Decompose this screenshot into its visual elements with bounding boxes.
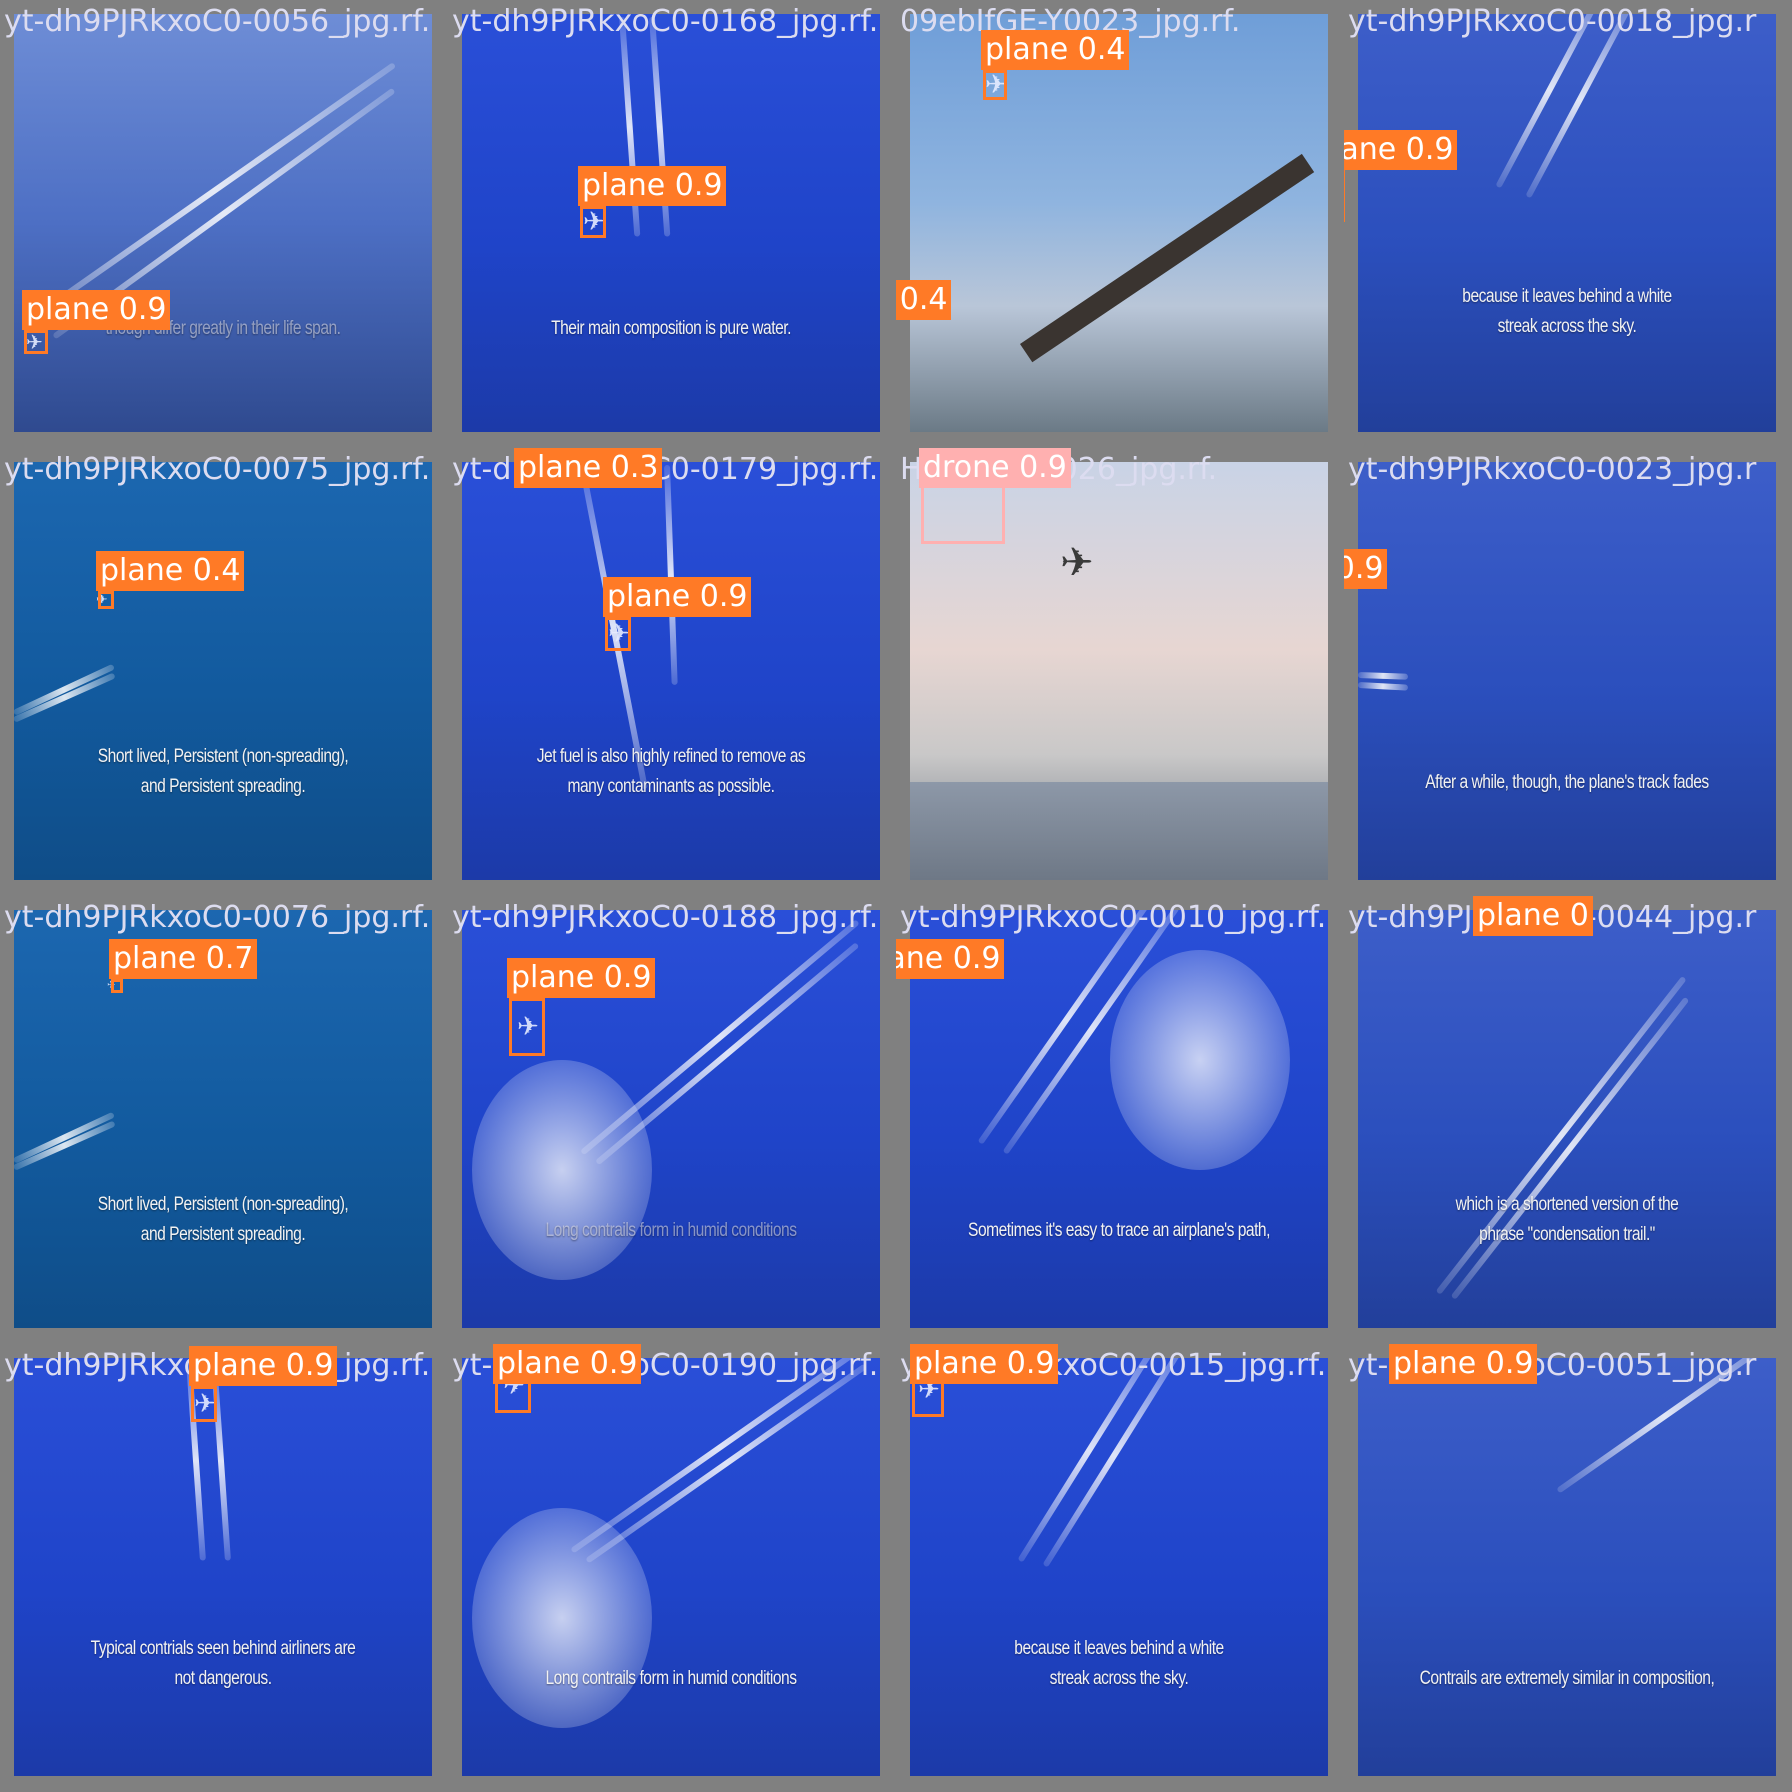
cloud: [472, 1508, 652, 1728]
grid-tile: Contrails are extremely similar in compo…: [1344, 1344, 1792, 1792]
detection-label: plane 0.9: [507, 958, 656, 998]
grid-tile: Short lived, Persistent (non-spreading),…: [0, 448, 448, 896]
detection-label: plane 0.9: [578, 166, 727, 206]
contrail: [1450, 996, 1690, 1300]
grid-tile: which is a shortened version of the phra…: [1344, 896, 1792, 1344]
video-caption: Short lived, Persistent (non-spreading),…: [97, 1194, 349, 1245]
detection-label: plane 0.9: [22, 290, 171, 330]
tile-filename: yt-dh9PJRkxoC0-0023_jpg.r: [1348, 452, 1757, 487]
grid-tile: because it leaves behind a white streak …: [896, 1344, 1344, 1792]
detection-box: [983, 70, 1007, 100]
grid-tile: Jet fuel is also highly refined to remov…: [448, 448, 896, 896]
video-caption: Their main composition is pure water.: [551, 318, 791, 339]
detection-label: plane 0.9: [1389, 1344, 1538, 1384]
tile-filename: yt-dh9PJRkxoC0-0076_jpg.rf.: [4, 900, 431, 935]
grid-tile: because it leaves behind a white streak …: [1344, 0, 1792, 448]
grid-tile: Their main composition is pure water. yt-…: [448, 0, 896, 448]
detection-label: plane 0: [1473, 896, 1593, 936]
cloud: [1110, 950, 1290, 1170]
tile-filename: yt-dh9PJRkxoC0-0075_jpg.rf.: [4, 452, 431, 487]
detection-label: plane 0.9: [603, 577, 752, 617]
river: [910, 782, 1328, 880]
detection-box: [509, 998, 545, 1056]
detection-label: plane 0.9: [1344, 130, 1458, 170]
contrail: [32, 62, 397, 320]
video-caption: Short lived, Persistent (non-spreading),…: [97, 746, 349, 797]
tile-photo: [910, 14, 1328, 432]
cloud: [472, 1060, 652, 1280]
detection-box: [1344, 170, 1345, 222]
detection-label: plane 0.9: [189, 1346, 338, 1386]
tile-photo: because it leaves behind a white streak …: [910, 1358, 1328, 1776]
video-caption: Jet fuel is also highly refined to remov…: [536, 746, 806, 797]
tile-photo: Short lived, Persistent (non-spreading),…: [14, 462, 432, 880]
detection-label: plane 0.4: [981, 30, 1130, 70]
contrail: [1042, 1358, 1186, 1568]
detection-box: [191, 1386, 217, 1422]
grid-tile: though differ greatly in their life span…: [0, 0, 448, 448]
grid-tile: After a while, though, the plane's track…: [1344, 448, 1792, 896]
contrail: [14, 1120, 116, 1171]
video-caption: Sometimes it's easy to trace an airplane…: [968, 1220, 1270, 1241]
detection-box: [111, 979, 123, 993]
contrail: [14, 1111, 115, 1164]
contrail: [585, 1363, 868, 1564]
detection-label: drone 0.9: [919, 448, 1071, 488]
contrail: [14, 672, 116, 723]
detection-box: [24, 330, 48, 354]
detection-label: plane 0.4: [96, 551, 245, 591]
tile-photo: which is a shortened version of the phra…: [1358, 910, 1776, 1328]
tile-photo: because it leaves behind a white streak …: [1358, 14, 1776, 432]
grid-tile: Short lived, Persistent (non-spreading),…: [0, 896, 448, 1344]
tile-photo: Their main composition is pure water.: [462, 14, 880, 432]
detection-box: [98, 591, 114, 609]
tile-filename: yt-dh9PJRkxoC0-0056_jpg.rf.: [4, 4, 431, 39]
detection-box: [580, 206, 606, 238]
detection-label: plane 0.4: [896, 280, 952, 320]
grid-tile: Sometimes it's easy to trace an airplane…: [896, 896, 1344, 1344]
contrail: [570, 1358, 869, 1554]
video-caption: which is a shortened version of the phra…: [1455, 1194, 1679, 1245]
tile-photo: After a while, though, the plane's track…: [1358, 462, 1776, 880]
detection-label: plane 0.9: [896, 939, 1005, 979]
detection-label: plane 0.3: [514, 448, 663, 488]
detection-grid: though differ greatly in their life span…: [0, 0, 1792, 1792]
detection-label: plane 0.9: [910, 1344, 1059, 1384]
grid-tile: 09ebIfGE-Y0023_jpg.rf.✈plane 0.4✈plane 0…: [896, 0, 1344, 448]
contrail: [1017, 1358, 1161, 1563]
contrail: [664, 464, 678, 685]
grid-tile: Typical contrials seen behind airliners …: [0, 1344, 448, 1792]
tile-photo: Contrails are extremely similar in compo…: [1358, 1358, 1776, 1776]
tile-photo: though differ greatly in their life span…: [14, 14, 432, 432]
tile-photo: Typical contrials seen behind airliners …: [14, 1358, 432, 1776]
contrail: [1358, 682, 1409, 691]
tile-filename: yt-dh9PJRkxoC0-0168_jpg.rf.: [452, 4, 879, 39]
grid-tile: ✈HeFiZFbY0026_jpg.rf.drone 0.9: [896, 448, 1344, 896]
detection-label: plane 0.9: [493, 1344, 642, 1384]
tile-filename: yt-dh9PJRkxoC0-0018_jpg.r: [1348, 4, 1757, 39]
contrail: [1358, 672, 1409, 680]
detection-box: [605, 617, 631, 651]
video-caption: Typical contrials seen behind airliners …: [90, 1638, 356, 1689]
tile-filename: yt-dh9PJRkxoC0-0188_jpg.rf.: [452, 900, 879, 935]
video-caption: because it leaves behind a white streak …: [1014, 1638, 1224, 1689]
tile-filename: yt-dh9PJRkxoC0-0010_jpg.rf.: [900, 900, 1327, 935]
grid-tile: Long contrails form in humid conditions y…: [448, 896, 896, 1344]
drone-icon: ✈: [1060, 540, 1094, 586]
video-caption: After a while, though, the plane's track…: [1425, 772, 1709, 793]
detection-label: plane 0.9: [1344, 549, 1388, 589]
bridge: [1020, 153, 1315, 363]
video-caption: Contrails are extremely similar in compo…: [1419, 1668, 1715, 1689]
detection-label: plane 0.7: [109, 939, 258, 979]
video-caption: Long contrails form in humid conditions: [545, 1220, 797, 1241]
tile-photo: Long contrails form in humid conditions: [462, 1358, 880, 1776]
contrail: [14, 663, 115, 716]
video-caption: Long contrails form in humid conditions: [545, 1668, 797, 1689]
video-caption: because it leaves behind a white streak …: [1462, 286, 1672, 337]
tile-photo: Jet fuel is also highly refined to remov…: [462, 462, 880, 880]
grid-tile: Long contrails form in humid conditions y…: [448, 1344, 896, 1792]
